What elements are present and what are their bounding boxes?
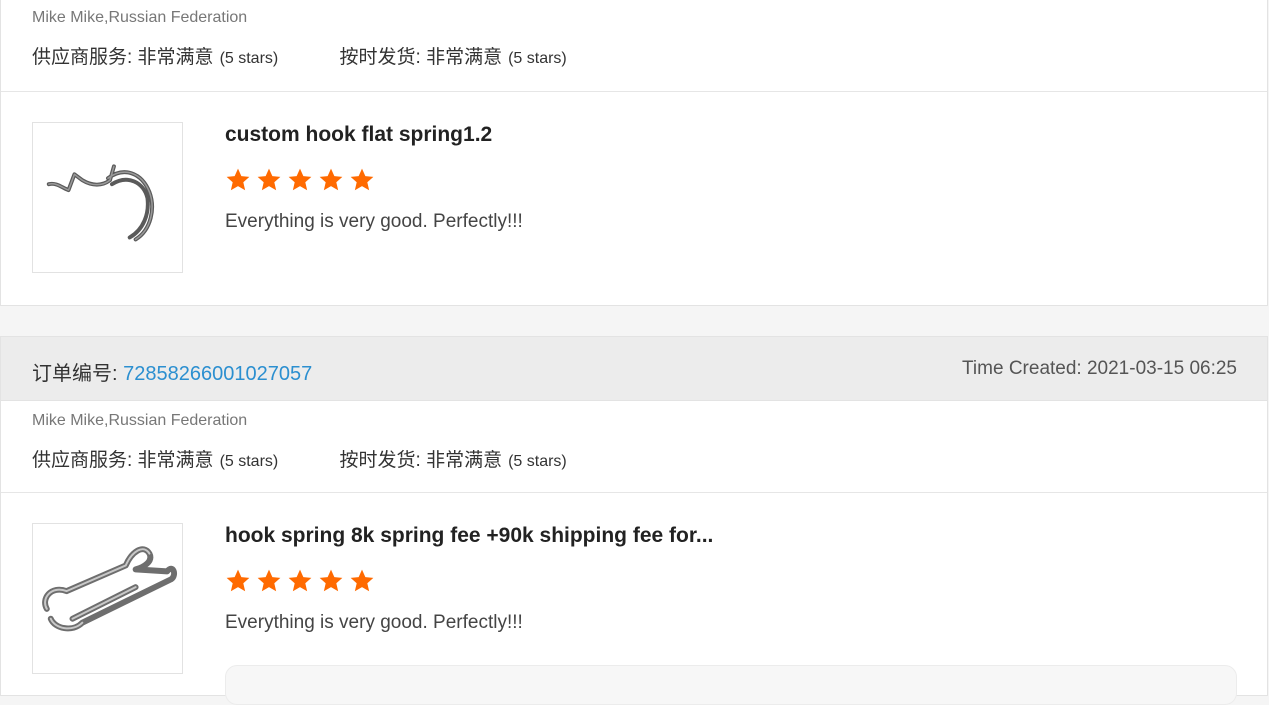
star-icon xyxy=(319,569,343,592)
star-icon xyxy=(257,168,281,191)
product-thumbnail[interactable] xyxy=(32,122,183,273)
star-icon xyxy=(350,168,374,191)
buyer-name: Mike Mike,Russian Federation xyxy=(32,9,248,26)
ontime-delivery-stars: (5 stars) xyxy=(508,453,567,470)
supplier-service-label: 供应商服务: 非常满意 xyxy=(32,450,214,471)
supplier-reply-box xyxy=(225,665,1237,705)
bent-wire-hook-icon xyxy=(46,164,154,242)
supplier-service-rating: 供应商服务: 非常满意 (5 stars) xyxy=(32,42,278,69)
star-rating xyxy=(225,167,375,193)
seller-ratings: 供应商服务: 非常满意 (5 stars) 按时发货: 非常满意 (5 stars) xyxy=(32,42,567,69)
star-icon xyxy=(288,168,312,191)
ontime-delivery-rating: 按时发货: 非常满意 (5 stars) xyxy=(340,445,567,472)
buyer-info: Mike Mike,Russian Federation 供应商服务: 非常满意… xyxy=(1,0,1267,92)
product-thumbnail[interactable] xyxy=(32,523,183,674)
buyer-info: Mike Mike,Russian Federation 供应商服务: 非常满意… xyxy=(1,401,1267,493)
star-icon xyxy=(319,168,343,191)
supplier-service-stars: (5 stars) xyxy=(219,453,279,470)
ontime-delivery-rating: 按时发货: 非常满意 (5 stars) xyxy=(340,42,567,69)
product-review: custom hook flat spring1.2 Everything is… xyxy=(1,92,1267,302)
star-icon xyxy=(226,569,250,592)
order-number-link[interactable]: 72858266001027057 xyxy=(123,363,312,385)
ontime-delivery-label: 按时发货: 非常满意 xyxy=(339,47,503,68)
ontime-delivery-stars: (5 stars) xyxy=(508,50,567,67)
order-number: 订单编号: 72858266001027057 xyxy=(32,357,312,386)
order-header: 订单编号: 72858266001027057 Time Created: 20… xyxy=(1,337,1267,401)
review-card: Mike Mike,Russian Federation 供应商服务: 非常满意… xyxy=(0,0,1268,306)
order-number-label: 订单编号: xyxy=(32,363,118,385)
seller-ratings: 供应商服务: 非常满意 (5 stars) 按时发货: 非常满意 (5 stars) xyxy=(32,445,567,472)
review-text: Everything is very good. Perfectly!!! xyxy=(225,612,523,633)
buyer-name: Mike Mike,Russian Federation xyxy=(32,412,248,429)
star-icon xyxy=(226,168,250,191)
product-title[interactable]: hook spring 8k spring fee +90k shipping … xyxy=(225,524,713,548)
star-icon xyxy=(288,569,312,592)
review-text: Everything is very good. Perfectly!!! xyxy=(225,211,523,232)
supplier-service-label: 供应商服务: 非常满意 xyxy=(32,47,214,68)
time-created: Time Created: 2021-03-15 06:25 xyxy=(962,358,1237,379)
product-title[interactable]: custom hook flat spring1.2 xyxy=(225,123,492,147)
star-icon xyxy=(350,569,374,592)
product-review: hook spring 8k spring fee +90k shipping … xyxy=(1,493,1267,705)
review-card: 订单编号: 72858266001027057 Time Created: 20… xyxy=(0,336,1268,705)
star-icon xyxy=(257,569,281,592)
ontime-delivery-label: 按时发货: 非常满意 xyxy=(339,450,503,471)
supplier-service-rating: 供应商服务: 非常满意 (5 stars) xyxy=(32,445,278,472)
star-rating xyxy=(225,568,375,594)
double-loop-spring-icon xyxy=(42,546,178,632)
supplier-service-stars: (5 stars) xyxy=(219,50,279,67)
